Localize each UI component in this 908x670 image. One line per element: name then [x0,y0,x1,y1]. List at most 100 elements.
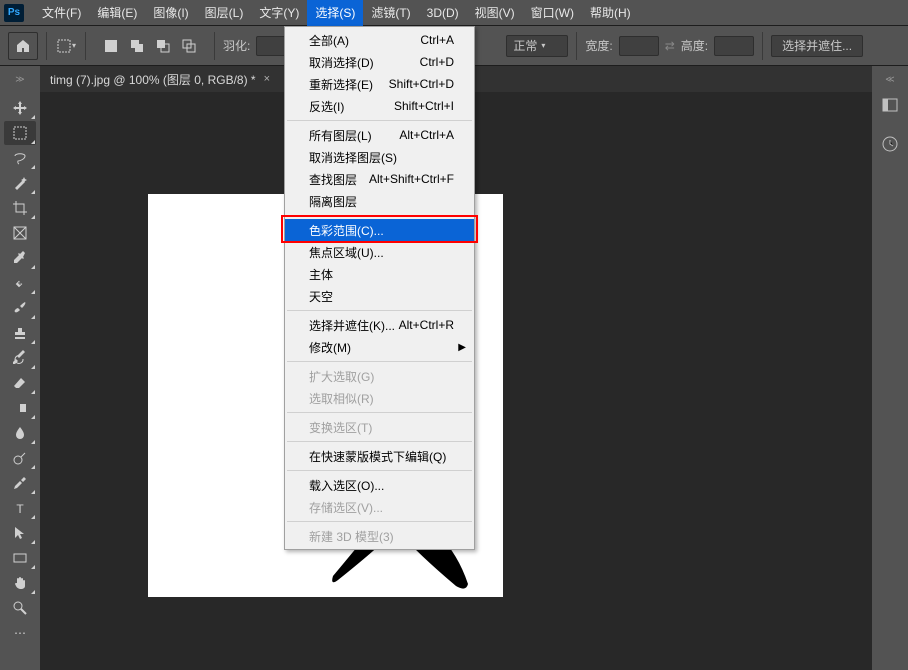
intersect-selection-button[interactable] [178,35,200,57]
separator [214,32,215,60]
menu-help[interactable]: 帮助(H) [582,0,639,26]
menu-view[interactable]: 视图(V) [467,0,523,26]
marquee-tool-preset[interactable]: ▾ [55,35,77,57]
history-brush-icon [12,350,28,366]
menu-item-载入选区o[interactable]: 载入选区(O)... [285,474,474,496]
home-button[interactable] [8,32,38,60]
marquee-icon [56,38,72,54]
mode-dropdown[interactable]: 正常 ▾ [506,35,568,57]
tool-move[interactable] [4,96,36,120]
close-icon[interactable]: × [264,73,270,85]
ellipsis-icon: ⋯ [14,626,26,640]
stamp-icon [12,325,28,341]
lasso-icon [12,150,28,166]
tool-pen[interactable] [4,471,36,495]
tool-eraser[interactable] [4,371,36,395]
menu-item-shortcut: Shift+Ctrl+D [389,77,454,91]
tool-wand[interactable] [4,171,36,195]
menu-item-查找图层[interactable]: 查找图层Alt+Shift+Ctrl+F [285,168,474,190]
menu-item-所有图层l[interactable]: 所有图层(L)Alt+Ctrl+A [285,124,474,146]
separator [46,32,47,60]
menu-filter[interactable]: 滤镜(T) [363,0,418,26]
menu-item-色彩范围c[interactable]: 色彩范围(C)... [285,219,474,241]
menu-item-存储选区v: 存储选区(V)... [285,496,474,518]
tool-more[interactable]: ⋯ [4,621,36,645]
new-selection-button[interactable] [100,35,122,57]
menu-image[interactable]: 图像(I) [145,0,196,26]
menu-item-隔离图层[interactable]: 隔离图层 [285,190,474,212]
menu-layer[interactable]: 图层(L) [197,0,252,26]
tool-lasso[interactable] [4,146,36,170]
menu-3d[interactable]: 3D(D) [419,0,467,26]
menu-select[interactable]: 选择(S) [307,0,363,26]
move-icon [12,100,28,116]
menu-item-反选i[interactable]: 反选(I)Shift+Ctrl+I [285,95,474,117]
tool-frame[interactable] [4,221,36,245]
subtract-selection-button[interactable] [152,35,174,57]
menu-item-在快速蒙版模式下编辑q[interactable]: 在快速蒙版模式下编辑(Q) [285,445,474,467]
submenu-arrow-icon: ▶ [458,342,466,353]
selection-mode-group [94,35,206,57]
tool-history-brush[interactable] [4,346,36,370]
height-input[interactable] [714,36,754,56]
tool-dodge[interactable] [4,446,36,470]
menu-item-天空[interactable]: 天空 [285,285,474,307]
tool-hand[interactable] [4,571,36,595]
menu-item-取消选择d[interactable]: 取消选择(D)Ctrl+D [285,51,474,73]
menu-item-修改m[interactable]: 修改(M)▶ [285,336,474,358]
menu-separator [287,412,472,413]
add-selection-icon [130,39,144,53]
document-tab[interactable]: timg (7).jpg @ 100% (图层 0, RGB/8) * × [40,66,280,92]
collapse-left-toggle[interactable]: ≫ [0,66,40,92]
menu-item-shortcut: Ctrl+D [420,55,454,69]
menu-separator [287,120,472,121]
menu-type[interactable]: 文字(Y) [251,0,307,26]
menu-item-shortcut: Shift+Ctrl+I [394,99,454,113]
swap-icon[interactable]: ⇄ [665,39,675,53]
menu-item-shortcut: Ctrl+A [420,33,454,47]
menu-item-shortcut: Alt+Ctrl+A [399,128,454,142]
tool-zoom[interactable] [4,596,36,620]
menu-separator [287,441,472,442]
menu-file[interactable]: 文件(F) [34,0,89,26]
select-dropdown-menu: 全部(A)Ctrl+A取消选择(D)Ctrl+D重新选择(E)Shift+Ctr… [284,26,475,550]
menu-item-label: 天空 [309,288,333,305]
tool-blur[interactable] [4,421,36,445]
menu-item-主体[interactable]: 主体 [285,263,474,285]
tool-healing[interactable] [4,271,36,295]
menu-item-全部a[interactable]: 全部(A)Ctrl+A [285,29,474,51]
tool-marquee[interactable] [4,121,36,145]
panel-toggle-icon[interactable] [881,96,899,117]
pen-icon [12,475,28,491]
menu-item-label: 新建 3D 模型(3) [309,528,394,545]
svg-text:T: T [16,502,24,516]
tool-eyedropper[interactable] [4,246,36,270]
menu-window[interactable]: 窗口(W) [523,0,582,26]
menu-item-取消选择图层s[interactable]: 取消选择图层(S) [285,146,474,168]
menu-item-label: 选取相似(R) [309,390,374,407]
collapse-right-toggle[interactable]: ≪ [872,66,908,92]
tool-crop[interactable] [4,196,36,220]
hand-icon [12,575,28,591]
crop-icon [12,200,28,216]
select-and-mask-button[interactable]: 选择并遮住... [771,35,863,57]
add-selection-button[interactable] [126,35,148,57]
tool-stamp[interactable] [4,321,36,345]
menu-item-重新选择e[interactable]: 重新选择(E)Shift+Ctrl+D [285,73,474,95]
menu-item-label: 查找图层 [309,171,357,188]
menu-item-label: 焦点区域(U)... [309,244,384,261]
menu-edit[interactable]: 编辑(E) [89,0,145,26]
tool-rectangle[interactable] [4,546,36,570]
width-input[interactable] [619,36,659,56]
tool-type[interactable]: T [4,496,36,520]
tool-gradient[interactable] [4,396,36,420]
menu-item-焦点区域u[interactable]: 焦点区域(U)... [285,241,474,263]
menu-item-label: 色彩范围(C)... [309,222,384,239]
separator [85,32,86,60]
tool-brush[interactable] [4,296,36,320]
tool-path-select[interactable] [4,521,36,545]
wand-icon [12,175,28,191]
menu-item-label: 变换选区(T) [309,419,372,436]
history-panel-icon[interactable] [881,135,899,156]
menu-item-选择并遮住k[interactable]: 选择并遮住(K)...Alt+Ctrl+R [285,314,474,336]
